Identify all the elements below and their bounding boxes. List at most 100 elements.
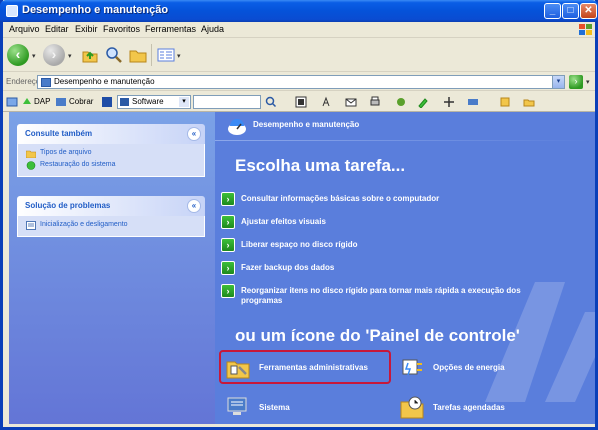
- maximize-button[interactable]: □: [562, 3, 579, 19]
- menu-arquivo[interactable]: Arquivo: [9, 24, 40, 34]
- close-button[interactable]: ✕: [580, 3, 597, 19]
- collapse-chevron-icon[interactable]: «: [187, 127, 201, 141]
- history-icon[interactable]: [443, 96, 455, 108]
- back-button[interactable]: ‹: [7, 44, 29, 66]
- discuss-icon[interactable]: [467, 96, 479, 108]
- up-folder-icon[interactable]: [81, 46, 99, 64]
- task-arrow-icon: ›: [221, 238, 235, 252]
- messenger-icon[interactable]: [395, 96, 407, 108]
- print-icon[interactable]: [369, 96, 381, 108]
- system-icon: [227, 397, 247, 415]
- views-icon[interactable]: [157, 46, 175, 64]
- cobrar-icon[interactable]: [55, 96, 67, 108]
- troubleshoot-body: Inicialização e desligamento: [17, 216, 205, 237]
- left-task-pane: Consulte também « Tipos de arquivo Resta…: [9, 112, 215, 424]
- dap-label[interactable]: DAP: [34, 97, 50, 106]
- menu-editar[interactable]: Editar: [45, 24, 69, 34]
- software-icon: [102, 97, 112, 107]
- help-topic-icon: [26, 221, 36, 230]
- admin-tools-icon: [226, 361, 250, 379]
- toolbar-separator: [151, 44, 152, 66]
- task-label[interactable]: Liberar espaço no disco rígido: [241, 240, 357, 249]
- window-title: Desempenho e manutenção: [22, 4, 169, 16]
- file-types-icon: [26, 150, 36, 158]
- task-arrow-icon: ›: [221, 192, 235, 206]
- menu-bar: Arquivo Editar Exibir Favoritos Ferramen…: [3, 22, 595, 38]
- performance-category-icon: [228, 119, 246, 135]
- see-also-panel: Consulte também « Tipos de arquivo Resta…: [17, 124, 205, 177]
- folders-icon[interactable]: [129, 46, 147, 64]
- go-dropdown-icon[interactable]: ▾: [586, 78, 590, 86]
- cobrar-label[interactable]: Cobrar: [69, 97, 93, 106]
- standard-toolbar: ‹ ▾ › ▾ ▾: [3, 38, 595, 72]
- scheduled-tasks-icon: [400, 396, 424, 419]
- list-item[interactable]: Tipos de arquivo: [26, 148, 196, 160]
- control-panel-heading: ou um ícone do 'Painel de controle': [235, 326, 520, 345]
- highlight-icon[interactable]: [295, 96, 307, 108]
- see-also-body: Tipos de arquivo Restauração do sistema: [17, 144, 205, 177]
- search-icon[interactable]: [105, 46, 123, 64]
- see-also-header[interactable]: Consulte também «: [17, 124, 205, 144]
- system-restore-link[interactable]: Restauração do sistema: [40, 161, 115, 168]
- address-dropdown-icon[interactable]: ▾: [552, 76, 564, 88]
- power-options-label[interactable]: Opções de energia: [433, 363, 505, 372]
- menu-ferramentas[interactable]: Ferramentas: [145, 24, 196, 34]
- forward-button[interactable]: ›: [43, 44, 65, 66]
- address-label: Endereço: [6, 77, 41, 86]
- control-panel-icon: [41, 78, 51, 87]
- views-dropdown-icon[interactable]: ▾: [177, 52, 181, 60]
- choose-task-heading: Escolha uma tarefa...: [235, 156, 406, 175]
- task-label-continued[interactable]: programas: [241, 296, 282, 305]
- troubleshoot-panel: Solução de problemas « Inicialização e d…: [17, 196, 205, 237]
- collapse-chevron-icon[interactable]: «: [187, 199, 201, 213]
- task-arrow-icon: ›: [221, 261, 235, 275]
- address-input[interactable]: Desempenho e manutenção ▾: [37, 75, 565, 89]
- forward-dropdown-icon[interactable]: ▾: [68, 52, 72, 60]
- windows-logo-icon: [577, 23, 593, 37]
- extra-toolbar: DAP Cobrar Software ▾: [3, 92, 595, 112]
- software-select-value: Software: [132, 97, 164, 106]
- favorites-icon[interactable]: [499, 96, 511, 108]
- list-item[interactable]: Inicialização e desligamento: [26, 220, 196, 232]
- address-value: Desempenho e manutenção: [54, 77, 155, 86]
- search-go-icon[interactable]: [265, 96, 277, 108]
- task-label[interactable]: Consultar informações básicas sobre o co…: [241, 194, 439, 203]
- header-divider: [215, 140, 595, 141]
- software-select[interactable]: Software ▾: [117, 95, 191, 109]
- menu-ajuda[interactable]: Ajuda: [201, 24, 224, 34]
- category-header: Desempenho e manutenção: [253, 120, 360, 129]
- title-bar[interactable]: Desempenho e manutenção _ □ ✕: [0, 0, 598, 22]
- back-dropdown-icon[interactable]: ▾: [32, 52, 36, 60]
- edit-icon[interactable]: [417, 96, 429, 108]
- scheduled-tasks-label[interactable]: Tarefas agendadas: [433, 403, 505, 412]
- folder-toolbar-icon[interactable]: [523, 96, 535, 108]
- admin-tools-label[interactable]: Ferramentas administrativas: [259, 363, 368, 372]
- troubleshoot-title: Solução de problemas: [25, 201, 111, 210]
- go-button[interactable]: ›: [569, 75, 583, 89]
- main-content: Desempenho e manutenção Escolha uma tare…: [215, 112, 595, 424]
- menu-exibir[interactable]: Exibir: [75, 24, 98, 34]
- text-size-icon[interactable]: [321, 96, 333, 108]
- toolbar-search-input[interactable]: [193, 95, 261, 109]
- task-arrow-icon: ›: [221, 215, 235, 229]
- address-bar: Endereço Desempenho e manutenção ▾ › ▾: [3, 73, 595, 91]
- task-arrow-icon: ›: [221, 284, 235, 298]
- task-label[interactable]: Ajustar efeitos visuais: [241, 217, 326, 226]
- power-options-icon: [402, 359, 422, 376]
- software-select-icon: [120, 98, 129, 106]
- minimize-button[interactable]: _: [544, 3, 561, 19]
- system-label[interactable]: Sistema: [259, 403, 290, 412]
- software-dropdown-icon[interactable]: ▾: [179, 97, 189, 107]
- window-icon: [6, 5, 18, 17]
- list-item[interactable]: Restauração do sistema: [26, 160, 196, 172]
- menu-favoritos[interactable]: Favoritos: [103, 24, 140, 34]
- mail-icon[interactable]: [345, 96, 357, 108]
- task-label[interactable]: Fazer backup dos dados: [241, 263, 334, 272]
- see-also-title: Consulte também: [25, 129, 93, 138]
- startup-shutdown-link[interactable]: Inicialização e desligamento: [40, 221, 128, 228]
- file-types-link[interactable]: Tipos de arquivo: [40, 149, 92, 156]
- explorer-window: Desempenho e manutenção _ □ ✕ Arquivo Ed…: [0, 0, 598, 430]
- troubleshoot-header[interactable]: Solução de problemas «: [17, 196, 205, 216]
- task-label[interactable]: Reorganizar itens no disco rígido para t…: [241, 286, 521, 295]
- dap-icon[interactable]: [21, 96, 33, 108]
